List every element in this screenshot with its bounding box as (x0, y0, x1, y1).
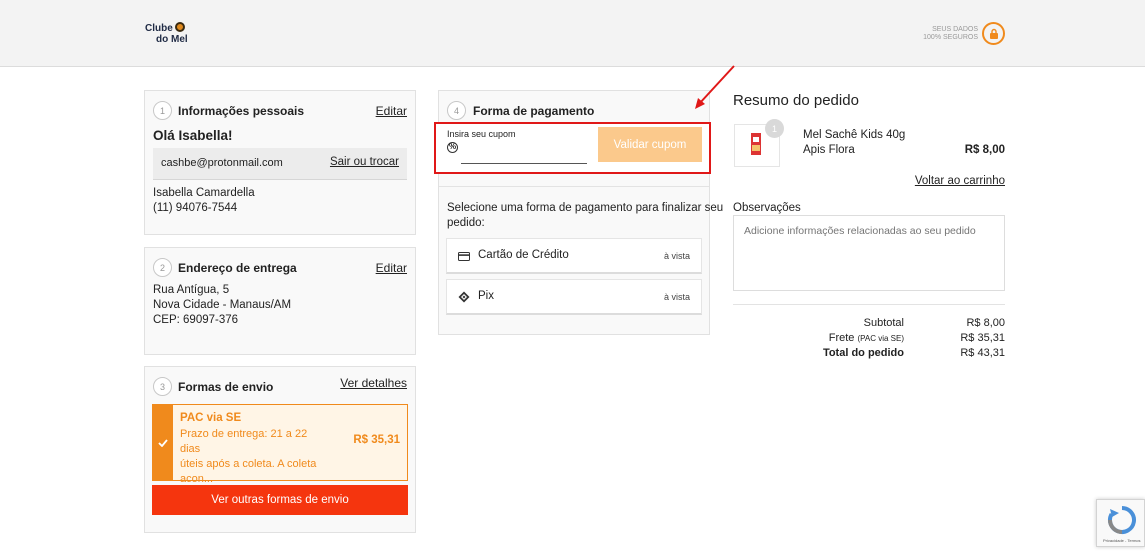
secure-text-line1: SEUS DADOS (932, 25, 978, 33)
address-title: Endereço de entrega (178, 261, 297, 275)
total-label: Total do pedido (822, 347, 904, 359)
coupon-icon: % (447, 142, 458, 153)
shipping-title: Formas de envio (178, 380, 274, 394)
shipping-panel: 3 Formas de envio Ver detalhes PAC via S… (144, 366, 416, 533)
notes-textarea[interactable] (733, 215, 1005, 291)
address-line3: CEP: 69097-376 (153, 314, 239, 326)
header: Clube do Mel SEUS DADOS 100% SEGUROS (0, 0, 1145, 67)
shipping-option-description: Prazo de entrega: 21 a 22 dias úteis apó… (180, 427, 330, 487)
lock-icon (982, 22, 1005, 45)
logout-link[interactable]: Sair ou trocar (330, 156, 399, 168)
customer-phone: (11) 94076-7544 (153, 202, 238, 214)
item-quantity-badge: 1 (765, 119, 784, 138)
item-name-line2: Apis Flora (803, 144, 855, 156)
notes-label: Observações (733, 202, 801, 214)
step-number: 1 (153, 101, 172, 120)
shipping-cost-label-text: Frete (828, 332, 855, 344)
credit-card-note: à vista (663, 251, 690, 261)
credit-card-label: Cartão de Crédito (478, 249, 569, 261)
validate-coupon-button[interactable]: Validar cupom (598, 127, 702, 162)
email-text: cashbe@protonmail.com (161, 157, 283, 169)
recaptcha-icon (1108, 506, 1136, 534)
payment-instructions-line1: Selecione uma forma de pagamento para fi… (447, 202, 724, 214)
summary-title: Resumo do pedido (733, 92, 859, 109)
edit-address-link[interactable]: Editar (376, 261, 407, 275)
secure-badge: SEUS DADOS 100% SEGUROS (923, 22, 1005, 45)
pix-icon (458, 291, 470, 306)
subtotal-value: R$ 8,00 (966, 317, 1005, 329)
shipping-method-text: (PAC via SE) (857, 334, 904, 343)
customer-name: Isabella Camardella (153, 187, 255, 199)
coupon-input[interactable] (461, 140, 587, 164)
shipping-option-selected[interactable]: PAC via SE Prazo de entrega: 21 a 22 dia… (152, 404, 408, 485)
shipping-details-link[interactable]: Ver detalhes (340, 376, 407, 390)
item-name-line1: Mel Sachê Kids 40g (803, 129, 906, 141)
logo[interactable]: Clube do Mel (145, 22, 188, 45)
personal-info-panel: 1 Informações pessoais Editar Olá Isabel… (144, 90, 416, 235)
logo-text-line2: do Mel (156, 34, 188, 45)
payment-option-credit-card[interactable]: Cartão de Crédito à vista (446, 238, 702, 274)
secure-text-line2: 100% SEGUROS (923, 33, 978, 41)
subtotal-label: Subtotal (863, 317, 904, 329)
payment-option-pix[interactable]: Pix à vista (446, 279, 702, 315)
shipping-desc-line1: Prazo de entrega: 21 a 22 dias (180, 428, 308, 455)
shipping-option-price: R$ 35,31 (353, 434, 400, 446)
item-price: R$ 8,00 (964, 144, 1005, 156)
step-number: 3 (153, 377, 172, 396)
personal-info-title: Informações pessoais (178, 104, 305, 118)
greeting: Olá Isabella! (153, 128, 233, 143)
bee-icon (174, 22, 185, 32)
recaptcha-text: Privacidade - Termos (1103, 538, 1141, 543)
shipping-cost-label: Frete (PAC via SE) (704, 332, 904, 344)
address-line1: Rua Antígua, 5 (153, 284, 230, 296)
summary-divider (733, 304, 1005, 305)
shipping-desc-line2: úteis após a coleta. A coleta (180, 458, 317, 470)
shipping-option-name: PAC via SE (180, 412, 242, 424)
divider (439, 186, 709, 187)
step-number: 2 (153, 258, 172, 277)
shipping-cost-value: R$ 35,31 (960, 332, 1005, 344)
credit-card-icon (458, 250, 470, 264)
edit-personal-link[interactable]: Editar (376, 104, 407, 118)
coupon-label: Insira seu cupom (447, 129, 516, 139)
back-to-cart-link[interactable]: Voltar ao carrinho (915, 175, 1005, 187)
payment-title: Forma de pagamento (473, 104, 595, 118)
recaptcha-badge[interactable]: Privacidade - Termos (1096, 499, 1145, 547)
address-panel: 2 Endereço de entrega Editar Rua Antígua… (144, 247, 416, 355)
check-icon (153, 405, 173, 480)
address-line2: Nova Cidade - Manaus/AM (153, 299, 292, 311)
email-box: cashbe@protonmail.com Sair ou trocar (153, 148, 407, 180)
pix-label: Pix (478, 290, 494, 302)
other-shipping-button[interactable]: Ver outras formas de envio (152, 485, 408, 515)
step-number: 4 (447, 101, 466, 120)
pix-note: à vista (663, 292, 690, 302)
payment-instructions-line2: pedido: (447, 217, 485, 229)
logo-text-line1: Clube (145, 23, 173, 34)
total-value: R$ 43,31 (960, 347, 1005, 359)
